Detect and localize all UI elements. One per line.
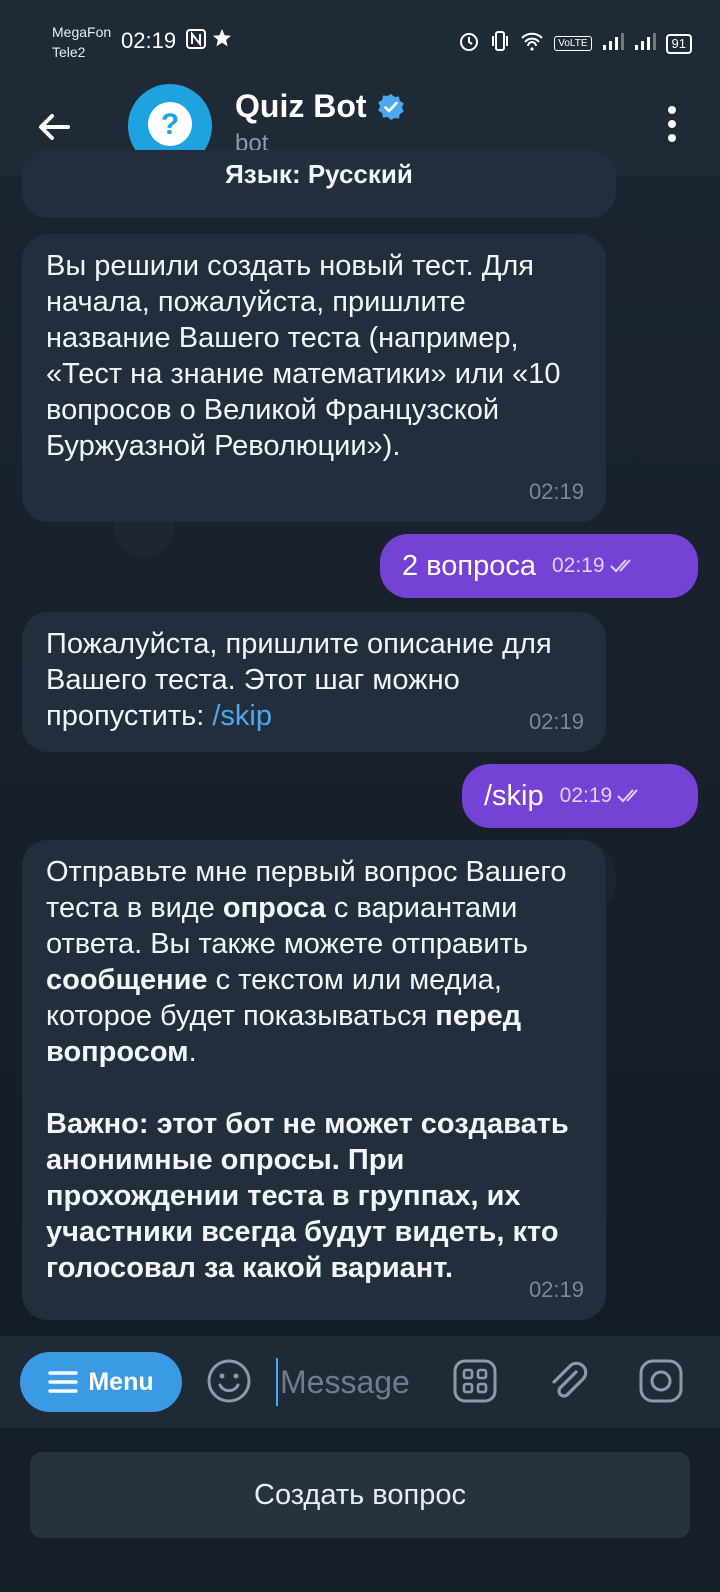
smile-icon	[207, 1359, 251, 1403]
carrier-1: MegaFon	[52, 24, 112, 40]
alarm-icon	[458, 30, 480, 57]
status-bar: MegaFon Tele2 02:19 VoLTE 91	[0, 0, 720, 84]
wifi-icon	[520, 31, 544, 56]
more-options-button[interactable]	[666, 102, 678, 146]
volte-badge: VoLTE	[554, 36, 592, 51]
message-text: /skip	[484, 779, 544, 812]
incoming-message[interactable]: Пожалуйста, пришлите описание для Вашего…	[22, 612, 606, 752]
back-button[interactable]	[30, 102, 80, 152]
skip-command-link[interactable]: /skip	[212, 700, 272, 732]
message-input[interactable]	[276, 1358, 436, 1406]
battery-indicator: 91	[665, 33, 692, 54]
message-text: 2 вопроса	[402, 549, 536, 582]
bold-text: опроса	[222, 892, 326, 924]
message-body: Пожалуйста, пришлите описание для Вашего…	[46, 626, 586, 734]
camera-circle-icon	[639, 1359, 683, 1403]
vibrate-icon	[490, 30, 510, 57]
chat-title-text: Quiz Bot	[235, 88, 367, 124]
message-text: Язык: Русский	[225, 159, 413, 189]
outgoing-message[interactable]: /skip 02:19	[462, 764, 698, 828]
message-time-text: 02:19	[551, 554, 605, 577]
status-time: 02:19	[121, 28, 177, 53]
verified-badge-icon	[377, 93, 404, 120]
menu-label: Menu	[88, 1367, 154, 1396]
svg-text:?: ?	[161, 108, 179, 141]
carrier-names: MegaFon Tele2	[52, 22, 111, 62]
status-right-icons: VoLTE 91	[458, 30, 692, 57]
hamburger-icon	[48, 1371, 79, 1393]
nfc-icon	[186, 28, 206, 56]
sticker-grid-button[interactable]	[450, 1356, 500, 1406]
chat-title[interactable]: Quiz Bot	[235, 88, 405, 125]
kebab-menu-icon	[668, 106, 676, 142]
incoming-message[interactable]: Вы решили создать новый тест. Для начала…	[22, 234, 606, 522]
paperclip-icon	[552, 1361, 588, 1398]
incoming-message[interactable]: Отправьте мне первый вопрос Вашего теста…	[22, 840, 606, 1320]
double-check-icon	[617, 789, 638, 803]
message-composer: Menu	[0, 1336, 720, 1428]
text-run: .	[188, 1036, 197, 1068]
message-time: 02:19	[528, 709, 584, 734]
message-paragraph-1: Отправьте мне первый вопрос Вашего теста…	[46, 854, 586, 1070]
status-left-icons	[186, 28, 232, 56]
emoji-button[interactable]	[204, 1356, 254, 1406]
signal-icon-2	[634, 31, 656, 56]
double-check-icon	[609, 559, 631, 573]
message-bubble-partial: Язык: Русский	[22, 150, 616, 218]
message-text: Пожалуйста, пришлите описание для Вашего…	[46, 628, 552, 732]
create-question-button[interactable]: Создать вопрос	[30, 1452, 690, 1538]
bot-keyboard: Создать вопрос	[0, 1428, 720, 1592]
message-time: 02:19	[552, 554, 639, 578]
message-time-text: 02:19	[559, 784, 613, 807]
attach-button[interactable]	[542, 1356, 592, 1406]
message-time: 02:19	[560, 784, 647, 808]
star-icon	[212, 28, 232, 56]
arrow-left-icon	[39, 114, 70, 140]
message-time: 02:19	[528, 479, 584, 504]
carrier-2: Tele2	[52, 44, 86, 60]
message-text: Вы решили создать новый тест. Для начала…	[46, 250, 561, 462]
signal-icon-1	[602, 31, 624, 56]
apps-grid-icon	[453, 1359, 497, 1403]
bold-text: сообщение	[46, 964, 208, 996]
bot-menu-button[interactable]: Menu	[20, 1352, 182, 1412]
message-paragraph-2: Важно: этот бот не может создавать анони…	[46, 1108, 569, 1284]
outgoing-message[interactable]: 2 вопроса 02:19	[380, 534, 698, 598]
video-message-button[interactable]	[636, 1356, 686, 1406]
message-time: 02:19	[528, 1277, 584, 1302]
